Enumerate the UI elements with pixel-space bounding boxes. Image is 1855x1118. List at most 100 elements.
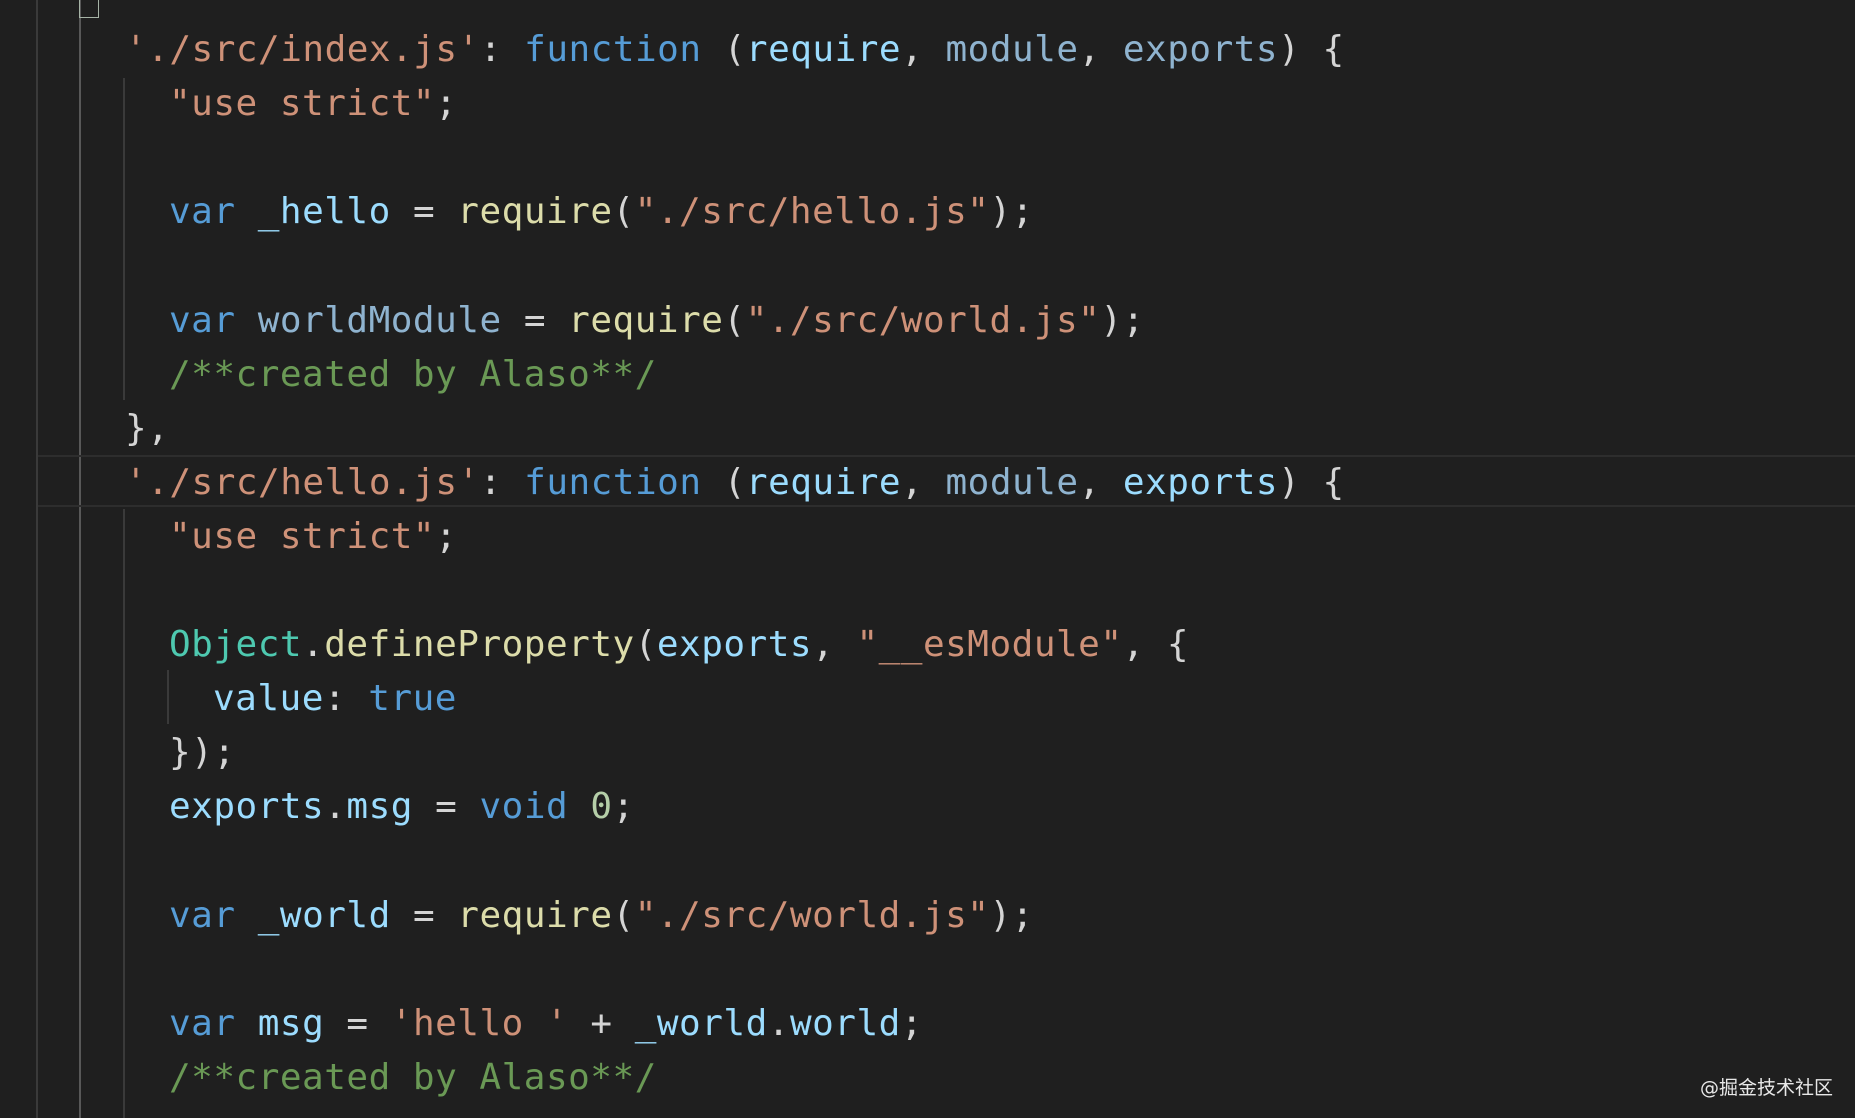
code-token: ,: [812, 624, 857, 666]
code-token: module: [945, 461, 1079, 503]
code-line[interactable]: "use strict";: [169, 510, 457, 564]
code-token: (: [701, 29, 746, 70]
indent-guide: [79, 0, 81, 1118]
code-token: world: [789, 1002, 901, 1044]
code-token: var: [169, 894, 236, 936]
code-line[interactable]: exports.msg = void 0;: [169, 780, 635, 834]
code-token: });: [169, 732, 236, 774]
code-token: (: [634, 624, 657, 666]
code-token: "./src/hello.js": [634, 191, 990, 233]
code-token: require: [568, 299, 724, 341]
code-token: require: [745, 461, 902, 503]
code-token: =: [390, 191, 458, 233]
indent-guide: [36, 0, 38, 1118]
code-token: module: [945, 29, 1079, 70]
fold-marker[interactable]: [79, 0, 99, 18]
code-token: true: [368, 678, 457, 720]
code-line[interactable]: './src/hello.js': function (require, mod…: [125, 456, 1345, 510]
code-line[interactable]: /**created by Alaso**/: [169, 1051, 657, 1105]
code-token: msg: [257, 1002, 325, 1044]
code-token: ,: [1078, 29, 1123, 70]
code-line[interactable]: /**created by Alaso**/: [169, 348, 657, 402]
code-line[interactable]: var _world = require("./src/world.js");: [169, 889, 1034, 943]
code-token: _world: [257, 894, 391, 936]
code-token: .: [767, 1002, 790, 1044]
code-token: (: [612, 894, 635, 936]
code-line[interactable]: "use strict";: [169, 77, 457, 131]
code-token: './src/index.js': [125, 29, 480, 70]
code-token: (: [701, 461, 746, 503]
code-token: ;: [900, 1002, 923, 1044]
code-token: );: [989, 894, 1034, 936]
code-line[interactable]: Object.defineProperty(exports, "__esModu…: [169, 618, 1189, 672]
code-token: "./src/world.js": [634, 894, 990, 936]
code-token: /**created by Alaso**/: [169, 1056, 657, 1098]
code-token: exports: [656, 624, 813, 666]
code-token: "use strict": [169, 83, 436, 125]
code-token: :: [479, 461, 525, 503]
code-token: exports: [1122, 461, 1279, 503]
code-token: .: [324, 786, 347, 828]
code-token: void: [479, 786, 569, 828]
code-line[interactable]: var _hello = require("./src/hello.js");: [169, 185, 1034, 239]
code-token: :: [479, 29, 525, 70]
code-token: './src/hello.js': [125, 461, 480, 503]
code-line[interactable]: var msg = 'hello ' + _world.world;: [169, 997, 923, 1051]
code-token: exports: [169, 786, 325, 828]
code-token: defineProperty: [324, 624, 635, 666]
watermark: @掘金技术社区: [1699, 1077, 1833, 1099]
code-token: =: [324, 1002, 391, 1044]
code-token: ,: [1078, 461, 1123, 503]
code-token: var: [169, 299, 236, 341]
code-token: =: [412, 786, 480, 828]
code-token: ;: [612, 786, 635, 828]
code-token: exports: [1122, 29, 1279, 70]
code-token: "__esModule": [856, 624, 1123, 666]
code-line[interactable]: var worldModule = require("./src/world.j…: [169, 294, 1145, 348]
code-token: =: [390, 894, 458, 936]
code-token: _hello: [257, 191, 391, 233]
code-token: },: [125, 407, 170, 449]
code-token: require: [457, 191, 613, 233]
code-token: +: [568, 1002, 635, 1044]
indent-guide: [123, 509, 125, 1118]
code-line[interactable]: },: [125, 402, 169, 456]
indent-guide: [123, 78, 125, 400]
code-token: );: [989, 191, 1034, 233]
code-token: ,: [901, 29, 946, 70]
code-token: var: [169, 1002, 236, 1044]
code-token: worldModule: [257, 299, 502, 341]
code-token: 'hello ': [390, 1002, 569, 1044]
code-token: , {: [1122, 624, 1190, 666]
code-token: var: [169, 191, 236, 233]
code-line[interactable]: value: true: [213, 672, 457, 726]
code-token: function: [524, 461, 702, 503]
code-token: require: [457, 894, 613, 936]
code-token: "use strict": [169, 515, 436, 557]
code-token: msg: [346, 786, 413, 828]
code-token: );: [1100, 299, 1145, 341]
code-token: 0: [590, 786, 613, 828]
code-token: "./src/world.js": [745, 299, 1101, 341]
code-editor[interactable]: './src/index.js': function (require, mod…: [0, 0, 1855, 1118]
code-token: _world: [634, 1002, 768, 1044]
code-token: (: [612, 191, 635, 233]
code-line[interactable]: './src/index.js': function (require, mod…: [125, 23, 1345, 77]
code-token: value: [213, 678, 324, 720]
code-line[interactable]: });: [169, 726, 236, 780]
code-token: ;: [435, 83, 458, 125]
indent-guide: [167, 670, 169, 724]
code-token: ) {: [1278, 29, 1345, 70]
code-token: Object: [169, 624, 303, 666]
code-token: =: [501, 299, 569, 341]
code-token: ;: [435, 515, 458, 557]
code-token: require: [745, 29, 902, 70]
code-token: ) {: [1278, 461, 1345, 503]
code-token: (: [723, 299, 746, 341]
code-token: function: [524, 29, 702, 70]
code-token: ,: [901, 461, 946, 503]
